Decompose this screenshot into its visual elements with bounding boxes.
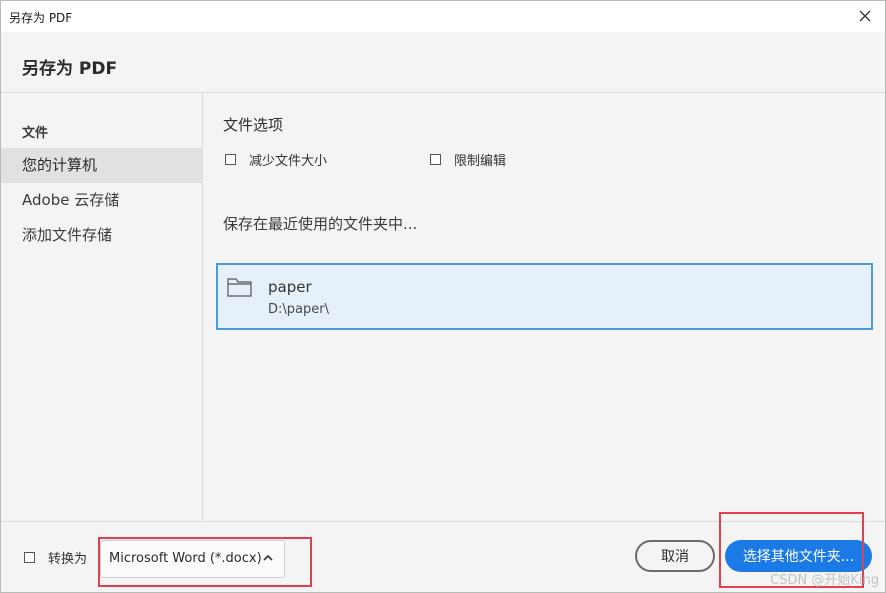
sidebar-item-your-computer[interactable]: 您的计算机 xyxy=(1,148,202,183)
format-select[interactable]: Microsoft Word (*.docx) xyxy=(100,540,285,578)
sidebar-item-label: Adobe 云存储 xyxy=(22,191,120,209)
reduce-size-option[interactable]: 减少文件大小 xyxy=(225,150,327,169)
restrict-editing-checkbox[interactable] xyxy=(430,154,441,165)
format-select-value: Microsoft Word (*.docx) xyxy=(109,551,262,566)
sidebar-item-add-storage[interactable]: 添加文件存储 xyxy=(1,218,202,253)
convert-option[interactable]: 转换为 xyxy=(24,548,87,567)
folder-path: D:\paper\ xyxy=(268,302,329,317)
folder-name: paper xyxy=(268,278,312,296)
sidebar-item-label: 您的计算机 xyxy=(22,156,98,174)
window-title: 另存为 PDF xyxy=(9,11,73,25)
close-icon xyxy=(859,10,871,22)
main-panel: 文件选项 减少文件大小 限制编辑 保存在最近使用的文件夹中... paper D… xyxy=(204,93,885,521)
restrict-editing-option[interactable]: 限制编辑 xyxy=(430,150,506,169)
sidebar-item-label: 添加文件存储 xyxy=(22,226,113,244)
recent-folder-item[interactable]: paper D:\paper\ xyxy=(216,263,873,330)
reduce-size-checkbox[interactable] xyxy=(225,154,236,165)
close-button[interactable] xyxy=(854,5,876,27)
dialog-heading: 另存为 PDF xyxy=(22,59,118,79)
title-bar: 另存为 PDF xyxy=(1,1,885,32)
restrict-editing-label: 限制编辑 xyxy=(454,154,507,169)
sidebar: 文件 您的计算机 Adobe 云存储 添加文件存储 xyxy=(1,93,203,521)
dialog-footer: 转换为 Microsoft Word (*.docx) 取消 选择其他文件夹..… xyxy=(1,512,885,592)
convert-label: 转换为 xyxy=(48,552,88,567)
reduce-size-label: 减少文件大小 xyxy=(249,154,328,169)
convert-checkbox[interactable] xyxy=(24,552,35,563)
dialog-header: 另存为 PDF xyxy=(1,32,885,93)
cancel-button[interactable]: 取消 xyxy=(635,540,715,572)
save-as-pdf-dialog: 另存为 PDF 另存为 PDF 文件 您的计算机 Adobe 云存储 添加文件存… xyxy=(0,0,886,593)
choose-other-folder-button[interactable]: 选择其他文件夹... xyxy=(725,540,872,572)
sidebar-section-heading: 文件 xyxy=(22,126,49,141)
folder-icon xyxy=(227,278,252,297)
recent-folders-heading: 保存在最近使用的文件夹中... xyxy=(223,215,418,233)
file-options-heading: 文件选项 xyxy=(223,116,284,134)
sidebar-item-adobe-cloud[interactable]: Adobe 云存储 xyxy=(1,183,202,218)
chevron-up-icon xyxy=(263,554,273,561)
